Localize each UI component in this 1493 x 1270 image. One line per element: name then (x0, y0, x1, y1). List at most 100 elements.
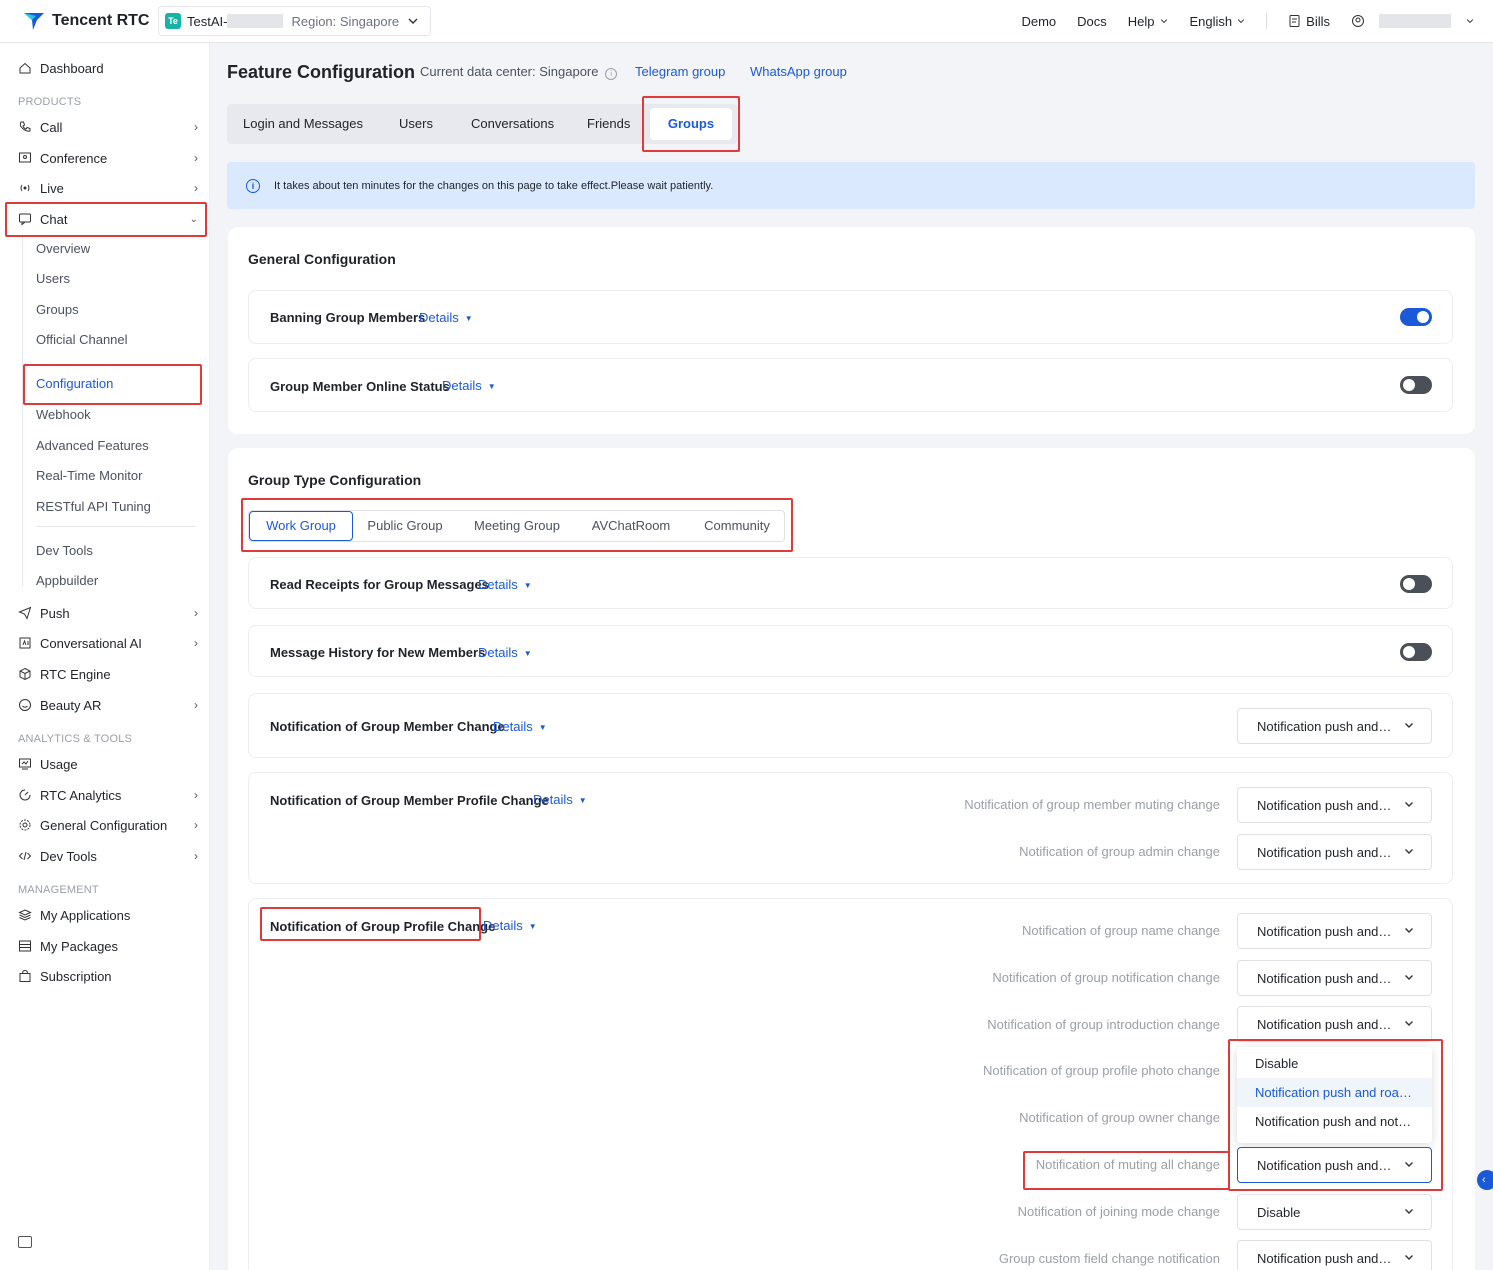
details-link[interactable]: Details ▼ (493, 719, 547, 734)
chat-icon (18, 212, 32, 226)
sidebar-item-usage[interactable]: Usage (18, 753, 198, 775)
sidebar-item-conference[interactable]: Conference › (18, 147, 198, 169)
details-label: Details (419, 310, 459, 325)
sidebar-item-subscription[interactable]: Subscription (18, 965, 198, 987)
app-name-redacted (227, 14, 284, 28)
sidebar-item-live[interactable]: Live › (18, 177, 198, 199)
sidebar-label: Beauty AR (40, 697, 102, 713)
bills-link[interactable]: Bills (1288, 14, 1330, 29)
sidebar-item-beauty-ar[interactable]: Beauty AR › (18, 694, 198, 716)
sidebar-sub-overview[interactable]: Overview (36, 241, 90, 256)
app-region: Region: Singapore (291, 13, 400, 29)
sidebar-sub-groups[interactable]: Groups (36, 302, 79, 317)
chevron-down-icon (1405, 802, 1413, 807)
sidebar-item-dashboard[interactable]: Dashboard (18, 57, 198, 79)
tab-conversations[interactable]: Conversations (471, 104, 554, 144)
member-muting-change-select[interactable]: Notification push and roaming (1237, 787, 1432, 823)
online-status-toggle[interactable] (1400, 376, 1432, 394)
demo-link[interactable]: Demo (1021, 14, 1056, 29)
details-link[interactable]: Details ▼ (419, 310, 473, 325)
sidebar-sub-advanced-features[interactable]: Advanced Features (36, 438, 149, 453)
sidebar-item-call[interactable]: Call › (18, 116, 198, 138)
docs-link[interactable]: Docs (1077, 14, 1107, 29)
sidebar-item-my-applications[interactable]: My Applications (18, 904, 198, 926)
sidebar-collapse-icon[interactable] (18, 1236, 32, 1248)
sidebar-label: My Packages (40, 938, 119, 954)
sidebar-item-chat[interactable]: Chat ⌄ (18, 208, 198, 230)
sidebar-item-my-packages[interactable]: My Packages (18, 935, 198, 957)
option-label: Notification of group notification chang… (992, 970, 1220, 985)
select-value: Notification push and roaming (1257, 844, 1392, 860)
user-menu[interactable] (1351, 14, 1475, 28)
read-receipts-row: Read Receipts for Group Messages Details… (248, 557, 1453, 609)
code-icon (18, 849, 32, 863)
tab-users[interactable]: Users (399, 104, 433, 144)
side-panel-toggle-icon[interactable]: ‹ (1477, 1170, 1493, 1190)
brand[interactable]: Tencent RTC (22, 10, 158, 32)
dropdown-option-push-and-roaming[interactable]: Notification push and roaming (1237, 1078, 1432, 1107)
message-history-toggle[interactable] (1400, 643, 1432, 661)
card-title: Group Type Configuration (248, 472, 422, 488)
sidebar-sub-dev-tools[interactable]: Dev Tools (36, 543, 93, 558)
tab-groups[interactable]: Groups (650, 108, 732, 140)
sidebar-sub-restful-api-tuning[interactable]: RESTful API Tuning (36, 499, 151, 514)
sidebar-item-general-configuration[interactable]: General Configuration › (18, 814, 198, 836)
sidebar-item-rtc-engine[interactable]: RTC Engine (18, 663, 198, 685)
sidebar-item-conversational-ai[interactable]: Conversational AI › (18, 632, 198, 654)
sidebar-sub-appbuilder[interactable]: Appbuilder (36, 573, 98, 588)
sidebar-sub-webhook[interactable]: Webhook (36, 407, 91, 422)
select-value: Notification push and roaming (1257, 797, 1392, 813)
language-menu[interactable]: English (1190, 14, 1247, 29)
dropdown-option-push-not-roaming[interactable]: Notification push and not roaming (1237, 1107, 1432, 1136)
row-label: Notification of Group Profile Change (270, 919, 496, 934)
details-link[interactable]: Details ▼ (478, 577, 532, 592)
sidebar-sub-real-time-monitor[interactable]: Real-Time Monitor (36, 468, 142, 483)
sidebar-label: RTC Analytics (40, 787, 122, 803)
sidebar-item-dev-tools[interactable]: Dev Tools › (18, 845, 198, 867)
sidebar-item-push[interactable]: Push › (18, 602, 198, 624)
sidebar-sub-official-channel[interactable]: Official Channel (36, 332, 128, 347)
select-value: Notification push and roaming (1257, 970, 1392, 986)
select-value: Notification push and roaming (1257, 923, 1392, 939)
details-link[interactable]: Details ▼ (478, 645, 532, 660)
member-change-select[interactable]: Notification push and roaming (1237, 708, 1432, 744)
help-label: Help (1127, 13, 1155, 29)
banning-toggle[interactable] (1400, 308, 1432, 326)
details-link[interactable]: Details ▼ (533, 792, 587, 807)
whatsapp-group-link[interactable]: WhatsApp group (750, 64, 847, 79)
tab-login-and-messages[interactable]: Login and Messages (243, 104, 363, 144)
current-data-center: Current data center: Singapore i (420, 64, 618, 80)
help-menu[interactable]: Help (1128, 14, 1169, 29)
sidebar-sub-users[interactable]: Users (36, 271, 70, 286)
telegram-group-link[interactable]: Telegram group (635, 64, 725, 79)
group-type-public-group[interactable]: Public Group (357, 511, 453, 541)
custom-field-change-select[interactable]: Notification push and roaming (1237, 1240, 1432, 1270)
online-status-row: Group Member Online Status Details ▼ (248, 358, 1453, 412)
message-history-row: Message History for New Members Details ▼ (248, 625, 1453, 677)
dropdown-option-disable[interactable]: Disable (1237, 1049, 1432, 1078)
group-type-meeting-group[interactable]: Meeting Group (463, 511, 571, 541)
group-notification-change-select[interactable]: Notification push and roaming (1237, 960, 1432, 996)
admin-change-select[interactable]: Notification push and roaming (1237, 834, 1432, 870)
app-switcher[interactable]: Te TestAI- Region: Singapore (158, 6, 431, 36)
chevron-right-icon: › (194, 120, 198, 134)
group-type-work-group[interactable]: Work Group (249, 511, 353, 541)
user-name-redacted (1379, 14, 1451, 28)
group-type-community[interactable]: Community (689, 511, 785, 541)
muting-all-change-select[interactable]: Notification push and roaming (1237, 1147, 1432, 1183)
group-type-selector: Work Group Public Group Meeting Group AV… (248, 510, 785, 542)
group-name-change-select[interactable]: Notification push and roaming (1237, 913, 1432, 949)
joining-mode-change-select[interactable]: Disable (1237, 1194, 1432, 1230)
sidebar-item-rtc-analytics[interactable]: RTC Analytics › (18, 784, 198, 806)
tab-friends[interactable]: Friends (587, 104, 630, 144)
sidebar-label: Conversational AI (40, 635, 142, 651)
details-link[interactable]: Details ▼ (442, 378, 496, 393)
group-introduction-change-select[interactable]: Notification push and roaming (1237, 1006, 1432, 1042)
sidebar-sub-configuration[interactable]: Configuration (36, 376, 113, 391)
chevron-right-icon: › (194, 181, 198, 195)
details-label: Details (493, 719, 533, 734)
info-icon[interactable]: i (605, 68, 618, 80)
read-receipts-toggle[interactable] (1400, 575, 1432, 593)
group-type-avchatroom[interactable]: AVChatRoom (581, 511, 681, 541)
details-link[interactable]: Details ▼ (483, 918, 537, 933)
